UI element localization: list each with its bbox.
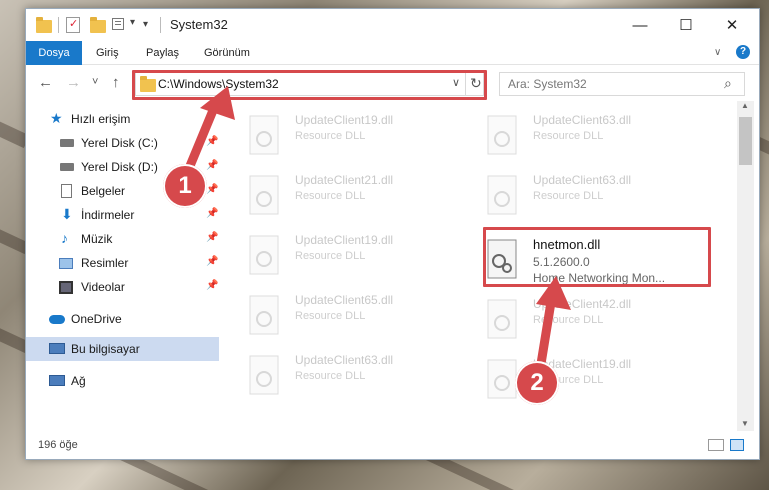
- step-1-badge: 1: [163, 164, 207, 208]
- step-2-badge: 2: [515, 361, 559, 405]
- arrow-2-shaft: [535, 291, 557, 375]
- arrow-1-head: [200, 86, 235, 120]
- annotation-arrows: [180, 86, 571, 375]
- arrow-2-head: [536, 276, 571, 310]
